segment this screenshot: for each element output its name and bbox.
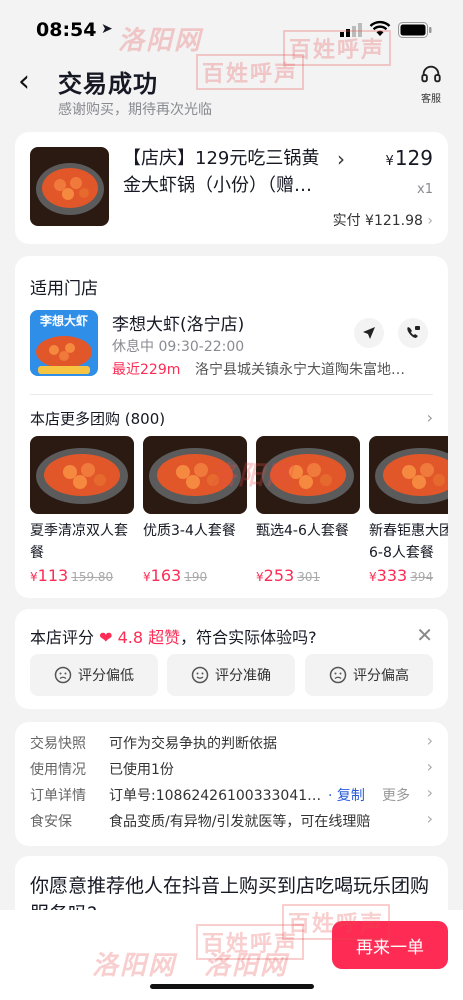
back-chevron-icon[interactable]: ‹ [18, 67, 44, 97]
store-name[interactable]: 李想大虾(洛宁店) [112, 310, 244, 335]
deal-name: 甄选4-6人套餐 [256, 523, 349, 539]
status-bar: 08:54 ➤ [0, 0, 463, 50]
paid-amount[interactable]: 实付 ¥121.98 › [333, 210, 433, 230]
deal-card[interactable]: 新春钜惠大团圆6-8人套餐 ¥333394 [369, 436, 448, 585]
wifi-icon [369, 20, 391, 36]
home-indicator [150, 984, 314, 989]
navigate-button[interactable] [354, 318, 384, 348]
deal-price: ¥113 159.80 [30, 566, 114, 585]
rating-high-button[interactable]: 评分偏高 [305, 654, 433, 696]
sad-face-icon [54, 666, 72, 684]
store-address[interactable]: 洛宁县城关镇永宁大道陶朱富地… [195, 359, 410, 379]
rating-accurate-button[interactable]: 评分准确 [167, 654, 295, 696]
location-arrow-icon: ➤ [101, 21, 113, 37]
deal-thumbnail [30, 436, 134, 514]
call-button[interactable] [398, 318, 428, 348]
page-title: 交易成功 [58, 70, 158, 98]
heart-icon: ❤ [99, 628, 113, 647]
battery-icon [398, 22, 432, 38]
store-logo[interactable]: 李想大虾 [30, 310, 98, 376]
deal-name: 夏季清凉双人套餐 [30, 523, 128, 561]
rating-low-button[interactable]: 评分偏低 [30, 654, 158, 696]
more-link[interactable]: 更多 [382, 785, 410, 805]
deal-card[interactable]: 优质3-4人套餐 ¥163 190 [143, 436, 247, 585]
deal-card[interactable]: 甄选4-6人套餐 ¥253 301 [256, 436, 360, 585]
chevron-right-icon: › [426, 809, 433, 828]
deal-thumbnail [369, 436, 448, 514]
order-details-card: 交易快照 可作为交易争执的判断依据 › 使用情况 已使用1份 › 订单详情 订单号:108… [15, 722, 448, 846]
deal-price: ¥333 394 [369, 566, 434, 585]
product-quantity: x1 [417, 182, 433, 197]
store-section-title: 适用门店 [30, 279, 98, 299]
detail-row-usage[interactable]: 使用情况 已使用1份 › [30, 756, 433, 782]
sad-face-icon [329, 666, 347, 684]
rating-question: 本店评分 ❤ 4.8 超赞，符合实际体验吗? [30, 628, 317, 647]
top-nav: ‹ 交易成功 感谢购买，期待再次光临 客服 [0, 55, 463, 125]
page-subtitle: 感谢购买，期待再次光临 [58, 102, 212, 118]
smile-face-icon [191, 666, 209, 684]
store-card: 适用门店 李想大虾 李想大虾(洛宁店) 休息中 09:30-22:00 最近22… [15, 256, 448, 598]
deal-name: 新春钜惠大团圆6-8人套餐 [369, 523, 448, 561]
more-deals-title[interactable]: 本店更多团购 (800) [30, 408, 165, 429]
buy-again-button[interactable]: 再来一单 [332, 921, 448, 969]
detail-row-snapshot[interactable]: 交易快照 可作为交易争执的判断依据 › [30, 730, 433, 756]
product-thumbnail [30, 147, 109, 226]
product-name[interactable]: 【店庆】129元吃三锅黄金大虾锅（小份）（赠… [123, 145, 328, 199]
deal-price: ¥253 301 [256, 566, 321, 585]
store-distance: 最近229m [112, 362, 181, 378]
product-price: ¥129 [385, 146, 433, 170]
phone-icon [407, 326, 420, 338]
chevron-right-icon[interactable]: › [427, 408, 433, 427]
store-logo-text: 李想大虾 [39, 314, 88, 328]
chevron-right-icon: › [426, 783, 433, 802]
store-hours: 休息中 09:30-22:00 [112, 339, 245, 355]
detail-row-food-safety[interactable]: 食安保 食品变质/有异物/引发就医等，可在线理赔 › [30, 808, 433, 834]
deal-thumbnail [256, 436, 360, 514]
deal-price: ¥163 190 [143, 566, 208, 585]
cellular-signal-icon [340, 23, 362, 37]
customer-service-button[interactable]: 客服 [416, 63, 446, 105]
navigation-arrow-icon [363, 327, 375, 339]
deal-card[interactable]: 夏季清凉双人套餐 ¥113 159.80 [30, 436, 134, 585]
close-icon[interactable]: ✕ [416, 623, 433, 647]
deal-name: 优质3-4人套餐 [143, 523, 236, 539]
chevron-right-icon: › [426, 757, 433, 776]
customer-service-label: 客服 [421, 94, 441, 105]
chevron-right-icon: › [426, 731, 433, 750]
headset-icon [421, 65, 441, 83]
copy-order-link[interactable]: · 复制 [328, 785, 365, 805]
order-card[interactable]: 【店庆】129元吃三锅黄金大虾锅（小份）（赠… › ¥129 x1 实付 ¥12… [15, 132, 448, 244]
deal-thumbnail [143, 436, 247, 514]
rating-card: 本店评分 ❤ 4.8 超赞，符合实际体验吗? ✕ 评分偏低 评分准确 评分偏高 [15, 609, 448, 709]
divider [30, 394, 433, 395]
status-time: 08:54 [36, 19, 97, 41]
chevron-right-icon[interactable]: › [337, 147, 345, 171]
rating-score: 4.8 超赞 [117, 628, 181, 647]
detail-row-order[interactable]: 订单详情 订单号:10862426100333041… · 复制 更多 › [30, 782, 433, 808]
